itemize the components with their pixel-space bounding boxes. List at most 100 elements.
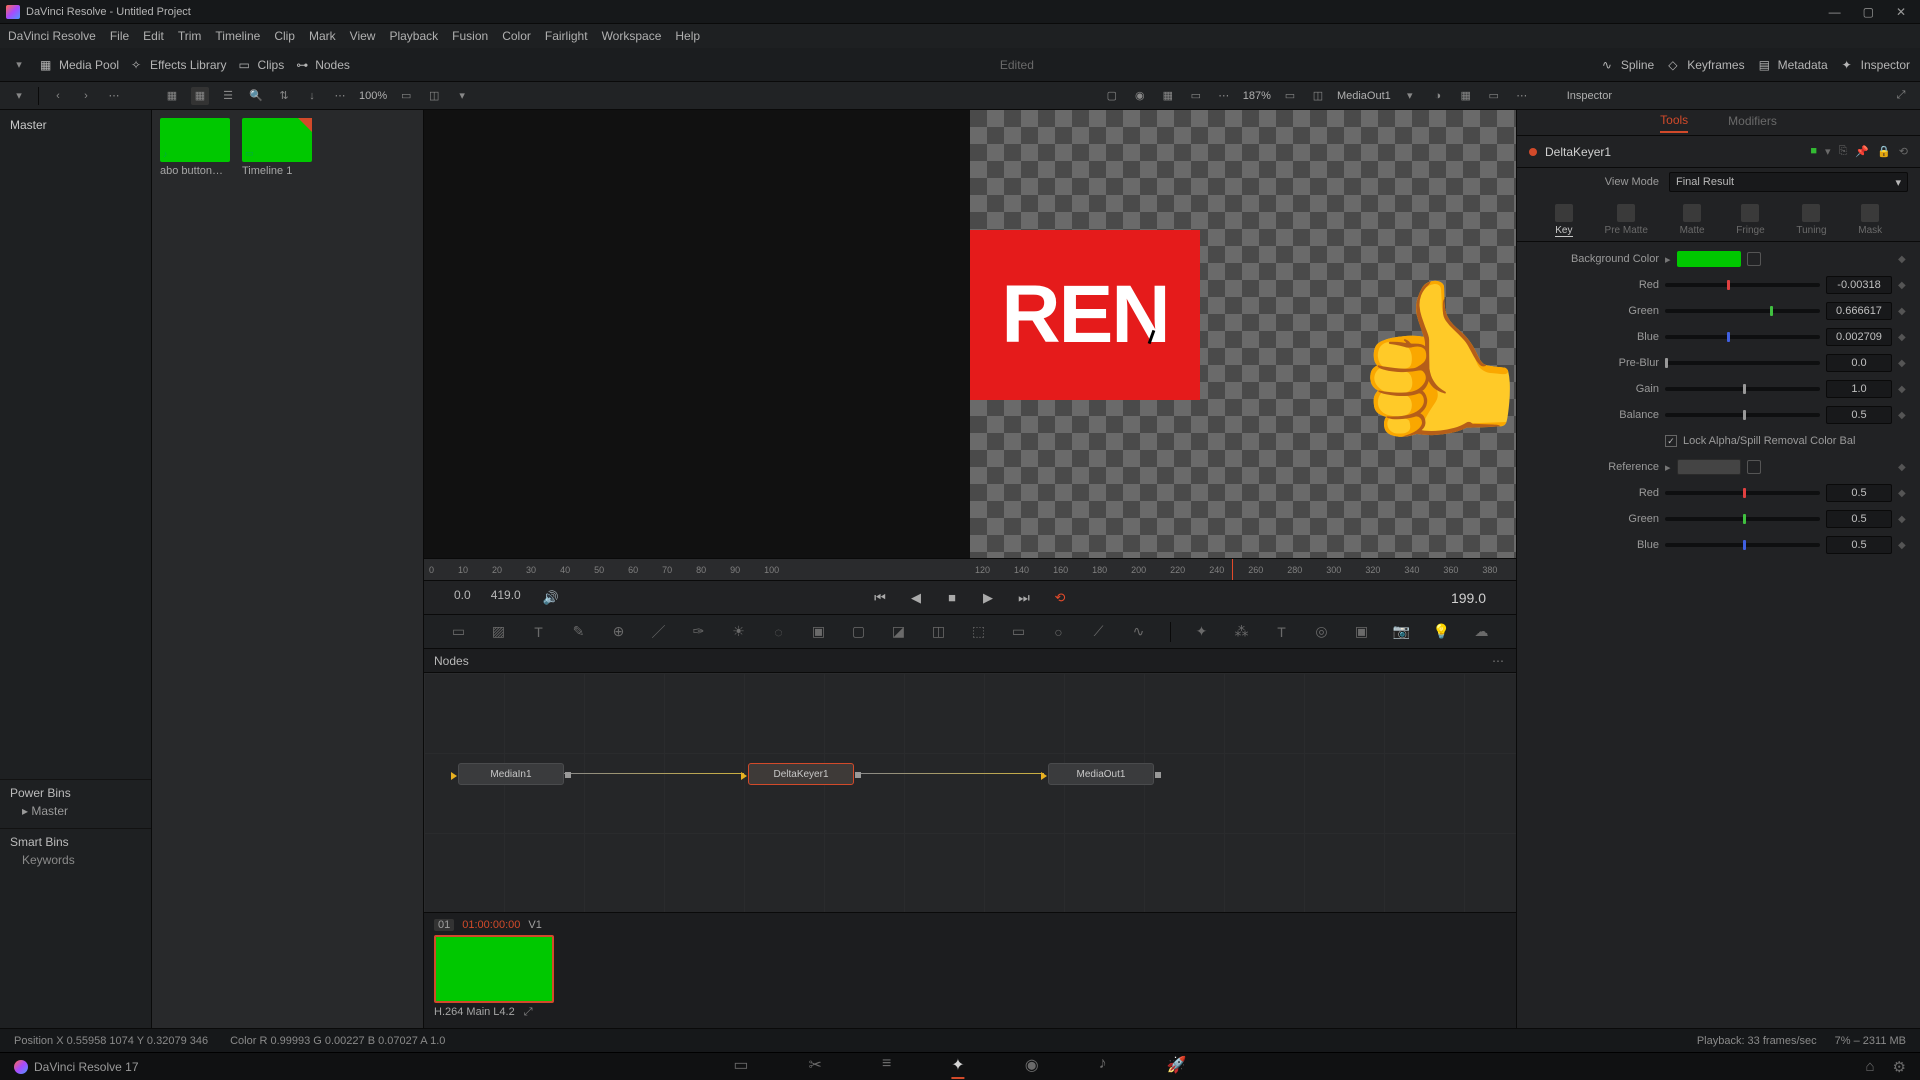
tab-modifiers[interactable]: Modifiers — [1728, 114, 1777, 132]
menu-file[interactable]: File — [110, 29, 129, 43]
value-ref-red[interactable]: 0.5 — [1826, 484, 1892, 502]
viewer-split-icon[interactable]: ◫ — [1309, 87, 1327, 105]
slider-ref-green[interactable] — [1665, 517, 1820, 521]
page-color-icon[interactable]: ◉ — [1025, 1055, 1039, 1079]
value-ref-blue[interactable]: 0.5 — [1826, 536, 1892, 554]
layout-menu-icon[interactable]: ▾ — [10, 56, 28, 74]
page-edit-icon[interactable]: ≡ — [882, 1055, 891, 1079]
keyframe-icon[interactable]: ◆ — [1898, 280, 1908, 291]
menu-workspace[interactable]: Workspace — [602, 29, 662, 43]
menu-fairlight[interactable]: Fairlight — [545, 29, 588, 43]
timeline-ruler-right[interactable]: 1201401601802002202402602803003203403603… — [970, 558, 1516, 580]
clip-item[interactable]: ♪ abo button… — [160, 118, 230, 177]
keyframe-icon[interactable]: ◆ — [1898, 488, 1908, 499]
effects-library-button[interactable]: ✧Effects Library — [131, 58, 226, 72]
page-cut-icon[interactable]: ✂ — [809, 1055, 822, 1079]
menu-trim[interactable]: Trim — [178, 29, 202, 43]
tool-camera3d-icon[interactable]: 📷 — [1393, 623, 1411, 641]
node-mediaout[interactable]: MediaOut1 — [1048, 763, 1154, 785]
reference-swatch[interactable] — [1677, 459, 1741, 475]
menu-edit[interactable]: Edit — [143, 29, 164, 43]
keyframe-icon[interactable]: ◆ — [1898, 540, 1908, 551]
tool-blur-icon[interactable]: ◌ — [770, 623, 788, 641]
slider-ref-red[interactable] — [1665, 491, 1820, 495]
slider-red[interactable] — [1665, 283, 1820, 287]
viewer-safe-icon[interactable]: ▭ — [1485, 87, 1503, 105]
tool-chroma-icon[interactable]: ◪ — [890, 623, 908, 641]
menu-help[interactable]: Help — [675, 29, 700, 43]
page-fusion-icon[interactable]: ✦ — [951, 1055, 964, 1079]
node-in-port[interactable] — [741, 772, 747, 780]
expand-icon[interactable]: ▸ — [1665, 253, 1671, 266]
nav-fwd-icon[interactable]: › — [77, 87, 95, 105]
view-mode-select[interactable]: Final Result▾ — [1669, 172, 1908, 192]
tool-pen-icon[interactable]: ✑ — [690, 623, 708, 641]
home-icon[interactable]: ⌂ — [1865, 1058, 1874, 1076]
tool-merge-icon[interactable]: ▣ — [810, 623, 828, 641]
version-icon[interactable]: ⎘ — [1839, 145, 1848, 158]
viewer-roi-icon[interactable]: ◑ — [1429, 87, 1447, 105]
inspector-expand-icon[interactable]: ⤢ — [1892, 87, 1910, 105]
slider-blue[interactable] — [1665, 335, 1820, 339]
slider-balance[interactable] — [1665, 413, 1820, 417]
step-back-button[interactable]: ◀ — [906, 588, 926, 608]
close-button[interactable]: ✕ — [1896, 5, 1906, 19]
tool-bspline-icon[interactable]: ∿ — [1130, 623, 1148, 641]
playhead[interactable] — [1232, 559, 1233, 580]
slider-green[interactable] — [1665, 309, 1820, 313]
tool-prender-icon[interactable]: ⁂ — [1233, 623, 1251, 641]
keyframe-icon[interactable]: ◆ — [1898, 358, 1908, 369]
menu-playback[interactable]: Playback — [389, 29, 438, 43]
keyframe-icon[interactable]: ◆ — [1898, 254, 1908, 265]
node-out-port[interactable] — [565, 772, 571, 778]
viewer-grid-icon[interactable]: ▦ — [1457, 87, 1475, 105]
smart-bin-keywords[interactable]: Keywords — [10, 849, 141, 871]
tool-render3d-icon[interactable]: ☁ — [1473, 623, 1491, 641]
expand-icon[interactable]: ▸ — [1665, 461, 1671, 474]
reset-icon[interactable]: ⟲ — [1899, 145, 1908, 158]
inspector-button[interactable]: ✦Inspector — [1842, 58, 1910, 72]
view-grid-icon[interactable]: ▦ — [191, 87, 209, 105]
page-deliver-icon[interactable]: 🚀 — [1167, 1055, 1187, 1079]
zoom-right[interactable]: 187% — [1243, 90, 1271, 102]
viewer-opt4-icon[interactable]: ▭ — [1187, 87, 1205, 105]
lock-checkbox[interactable]: ✓ — [1665, 435, 1677, 447]
page-fairlight-icon[interactable]: ♪ — [1099, 1055, 1107, 1079]
bg-color-swatch[interactable] — [1677, 251, 1741, 267]
tool-paint-icon[interactable]: ✎ — [570, 623, 588, 641]
slider-preblur[interactable] — [1665, 361, 1820, 365]
tool-bg-icon[interactable]: ▭ — [450, 623, 468, 641]
viewer-src-chevron-icon[interactable]: ▾ — [1401, 87, 1419, 105]
page-media-icon[interactable]: ▭ — [733, 1055, 748, 1079]
node-out-port[interactable] — [855, 772, 861, 778]
node-mediain[interactable]: MediaIn1 — [458, 763, 564, 785]
stop-button[interactable]: ■ — [942, 588, 962, 608]
go-end-button[interactable]: ⏭ — [1014, 588, 1034, 608]
pin-icon[interactable]: 📌 — [1855, 145, 1869, 158]
keyframe-icon[interactable]: ◆ — [1898, 332, 1908, 343]
viewer-more-icon[interactable]: ⋯ — [1215, 87, 1233, 105]
tool-text-icon[interactable]: T — [530, 623, 548, 641]
value-balance[interactable]: 0.5 — [1826, 406, 1892, 424]
right-viewer[interactable]: REN 👍 1201401601802002202402602803003203… — [970, 110, 1516, 580]
view-thumb-icon[interactable]: ▦ — [163, 87, 181, 105]
viewer-opt3-icon[interactable]: ▦ — [1159, 87, 1177, 105]
tool-brush-icon[interactable]: ／ — [650, 623, 668, 641]
value-ref-green[interactable]: 0.5 — [1826, 510, 1892, 528]
value-red[interactable]: -0.00318 — [1826, 276, 1892, 294]
master-bin[interactable]: Master — [0, 110, 151, 140]
tool-tracker-icon[interactable]: ⊕ — [610, 623, 628, 641]
keyframe-icon[interactable]: ◆ — [1898, 410, 1908, 421]
keyframe-icon[interactable]: ◆ — [1898, 306, 1908, 317]
node-out-port[interactable] — [1155, 772, 1161, 778]
subtab-tuning[interactable]: Tuning — [1796, 204, 1826, 237]
value-green[interactable]: 0.666617 — [1826, 302, 1892, 320]
chevron-down-icon[interactable]: ▾ — [453, 87, 471, 105]
tool-rect-icon[interactable]: ▭ — [1010, 623, 1028, 641]
settings-icon[interactable]: ⚙ — [1893, 1058, 1906, 1076]
tool-brightness-icon[interactable]: ☀ — [730, 623, 748, 641]
tray-thumbnail[interactable] — [434, 935, 554, 1003]
nav-back-icon[interactable]: ‹ — [49, 87, 67, 105]
subtab-prematte[interactable]: Pre Matte — [1605, 204, 1648, 237]
node-in-port[interactable] — [451, 772, 457, 780]
